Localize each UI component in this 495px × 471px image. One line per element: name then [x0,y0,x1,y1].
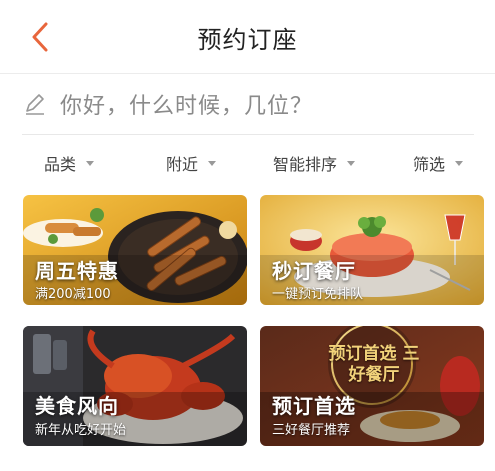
card-title: 美食风向 [35,394,119,418]
filter-label: 品类 [44,155,77,174]
filter-category[interactable]: 品类 [44,151,95,175]
filter-label: 附近 [166,155,199,174]
filter-label: 智能排序 [273,155,338,174]
promo-card-friday-special[interactable]: 周五特惠 满200减100 [23,195,247,305]
prompt-text: 你好，什么时候，几位？ [60,94,314,119]
chevron-left-icon[interactable] [26,20,56,54]
prompt-divider [22,134,474,135]
promo-card-instant-booking[interactable]: 秒订餐厅 一键预订免排队 [260,195,484,305]
card-subtitle: 满200减100 [35,287,111,302]
filter-label: 筛选 [413,155,446,174]
booking-prompt[interactable]: 你好，什么时候，几位？ [22,80,472,128]
card-subtitle: 一键预订免排队 [272,287,364,302]
card-title: 周五特惠 [35,259,119,283]
filter-bar: 品类 附近 智能排序 筛选 [0,145,495,183]
card-title: 秒订餐厅 [272,259,356,283]
caret-down-icon [455,160,464,166]
header-bar: 预约订座 [0,0,495,74]
promo-card-food-trends[interactable]: 美食风向 新年从吃好开始 [23,326,247,446]
card-title: 预订首选 [272,394,356,418]
caret-down-icon [208,160,217,166]
caret-down-icon [86,160,95,166]
header-divider [0,73,495,74]
promo-card-top-pick[interactable]: 预订首选 三好餐厅 预订首选 三好餐厅推荐 [260,326,484,446]
filter-screen[interactable]: 筛选 [413,151,464,175]
caret-down-icon [347,160,356,166]
filter-smart-sort[interactable]: 智能排序 [273,151,356,175]
gold-badge-text: 预订首选 三好餐厅 [328,344,420,385]
pencil-icon [26,94,44,115]
filter-nearby[interactable]: 附近 [166,151,217,175]
card-subtitle: 三好餐厅推荐 [272,423,351,438]
page-title: 预约订座 [197,25,298,54]
card-subtitle: 新年从吃好开始 [35,423,127,438]
